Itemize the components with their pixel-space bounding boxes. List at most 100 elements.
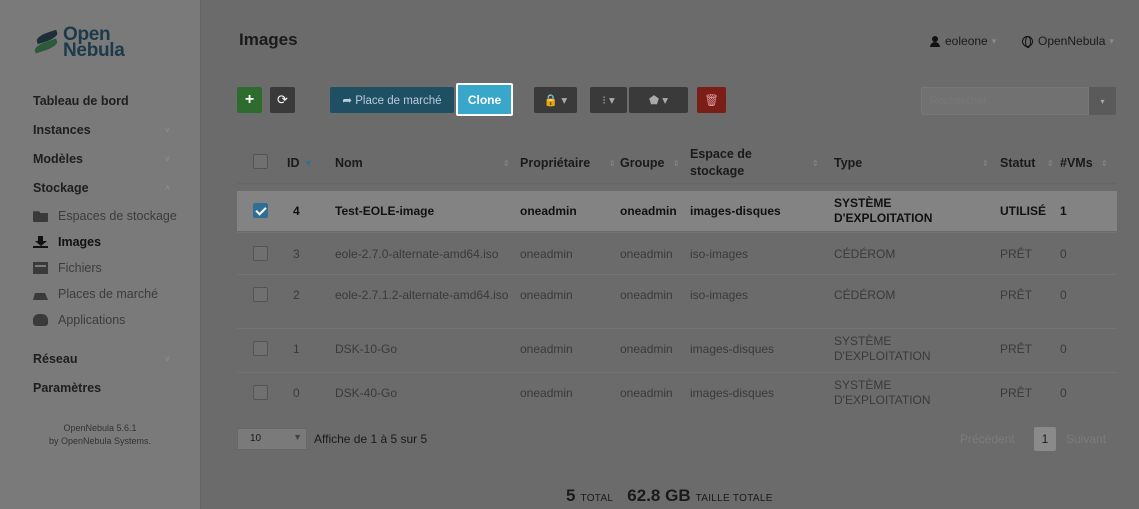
row-checkbox[interactable] bbox=[253, 385, 268, 400]
row-checkbox[interactable] bbox=[253, 203, 268, 218]
sidebar-item-network[interactable]: Réseau ˅ bbox=[0, 345, 200, 374]
cell-status: PRÊT bbox=[1000, 385, 1033, 400]
sort-desc-icon: ▼ bbox=[304, 158, 313, 168]
clone-button[interactable]: Clone bbox=[456, 83, 513, 116]
refresh-icon: ⟳ bbox=[277, 92, 288, 107]
row-checkbox[interactable] bbox=[253, 287, 268, 302]
sidebar-item-dashboard[interactable]: Tableau de bord bbox=[0, 87, 200, 116]
table-row[interactable]: 1 DSK-10-Go oneadmin oneadmin images-disques… bbox=[237, 329, 1117, 369]
cell-name: DSK-10-Go bbox=[335, 341, 398, 356]
select-all-checkbox[interactable] bbox=[253, 154, 268, 169]
search-input[interactable]: Rechercher bbox=[921, 87, 1089, 115]
sort-icon: ⇕ bbox=[673, 158, 680, 168]
previous-page-button[interactable]: Précédent bbox=[960, 432, 1015, 446]
column-header-status[interactable]: Statut bbox=[1000, 144, 1035, 182]
search-options-button[interactable]: ▾ bbox=[1089, 87, 1116, 115]
column-header-type[interactable]: Type bbox=[834, 144, 862, 182]
more-actions-dropdown-button[interactable]: ⁝ ▾ bbox=[590, 87, 627, 113]
plus-icon: + bbox=[244, 91, 255, 108]
table-info: Affiche de 1 à 5 sur 5 bbox=[314, 432, 428, 446]
cell-id: 2 bbox=[293, 287, 300, 302]
column-header-owner[interactable]: Propriétaire bbox=[520, 144, 590, 182]
file-icon bbox=[33, 262, 48, 274]
sidebar-item-storage[interactable]: Stockage ˄ bbox=[0, 174, 200, 203]
totals-summary: 5 TOTAL 62.8 GB TAILLE TOTALE bbox=[566, 486, 773, 506]
tag-icon: ⬟ ▾ bbox=[649, 95, 668, 107]
cell-status: UTILISÉ bbox=[1000, 203, 1047, 218]
sidebar-item-label: Modèles bbox=[33, 152, 84, 166]
sidebar-item-apps[interactable]: Applications bbox=[0, 307, 200, 333]
table-row[interactable]: 0 DSK-40-Go oneadmin oneadmin images-disques… bbox=[237, 373, 1117, 413]
total-label: TOTAL bbox=[580, 493, 614, 504]
cell-owner: oneadmin bbox=[520, 341, 573, 356]
table-row[interactable]: 2 eole-2.7.1.2-alternate-amd64.iso oneadmi… bbox=[237, 275, 1117, 315]
sidebar-nav: Tableau de bord Instances ˅ Modèles ˅ Stoc… bbox=[0, 87, 200, 403]
cell-id: 1 bbox=[293, 341, 300, 356]
sidebar-item-label: Instances bbox=[33, 123, 91, 137]
globe-icon bbox=[1022, 35, 1033, 48]
cell-owner: oneadmin bbox=[520, 246, 573, 261]
cell-status: PRÊT bbox=[1000, 287, 1033, 302]
version-info: OpenNebula 5.6.1 by OpenNebula Systems. bbox=[0, 422, 200, 448]
page-length-select[interactable]: 10 ▼ bbox=[237, 428, 307, 450]
page-1-button[interactable]: 1 bbox=[1034, 427, 1056, 451]
sidebar-item-label: Images bbox=[58, 235, 102, 249]
folder-icon bbox=[33, 211, 48, 222]
column-header-id[interactable]: ID ▼ bbox=[287, 144, 312, 182]
lock-dropdown-button[interactable]: 🔒 ▾ bbox=[534, 87, 577, 113]
cell-status: PRÊT bbox=[1000, 246, 1033, 261]
cell-group: oneadmin bbox=[620, 203, 677, 218]
row-checkbox[interactable] bbox=[253, 341, 268, 356]
total-size-label: TAILLE TOTALE bbox=[695, 493, 773, 504]
cell-datastore: images-disques bbox=[690, 341, 775, 356]
lock-icon: 🔒 ▾ bbox=[543, 95, 568, 107]
column-header-name[interactable]: Nom bbox=[335, 144, 363, 182]
cell-vms: 0 bbox=[1060, 287, 1067, 302]
zone-name: OpenNebula bbox=[1038, 34, 1106, 48]
sidebar-item-datastores[interactable]: Espaces de stockage bbox=[0, 203, 200, 229]
info-icon: ⁝ ▾ bbox=[602, 95, 615, 107]
sidebar-item-label: Tableau de bord bbox=[33, 94, 129, 108]
export-marketplace-button[interactable]: ➦ Place de marché bbox=[330, 87, 454, 113]
delete-button[interactable]: 🗑 bbox=[697, 87, 726, 113]
column-header-datastore[interactable]: Espace de stockage bbox=[690, 144, 780, 182]
vendor-link[interactable]: by OpenNebula Systems. bbox=[0, 435, 200, 448]
next-page-button[interactable]: Suivant bbox=[1066, 432, 1106, 446]
zone-menu[interactable]: OpenNebula ▾ bbox=[1022, 34, 1114, 48]
sort-icon: ⇕ bbox=[812, 158, 819, 168]
user-menu[interactable]: eoleone ▾ bbox=[930, 34, 996, 48]
row-checkbox[interactable] bbox=[253, 246, 268, 261]
refresh-button[interactable]: ⟳ bbox=[270, 87, 295, 113]
cell-type: CÉDÉROM bbox=[834, 246, 896, 261]
sidebar-item-label: Paramètres bbox=[33, 381, 102, 395]
cell-owner: oneadmin bbox=[520, 203, 577, 218]
download-icon bbox=[33, 236, 48, 248]
cell-datastore: images-disques bbox=[690, 203, 781, 218]
column-header-vms[interactable]: #VMs bbox=[1060, 144, 1093, 182]
sidebar-item-files[interactable]: Fichiers bbox=[0, 255, 200, 281]
table-row[interactable]: 4 Test-EOLE-image oneadmin oneadmin images-d… bbox=[237, 191, 1117, 231]
cell-name: Test-EOLE-image bbox=[335, 203, 435, 218]
cell-type: SYSTÈME D'EXPLOITATION bbox=[834, 334, 931, 363]
sidebar-item-label: Places de marché bbox=[58, 287, 159, 301]
sort-icon: ⇕ bbox=[1101, 158, 1108, 168]
opennebula-logo-icon bbox=[33, 29, 60, 55]
sidebar-item-marketplaces[interactable]: Places de marché bbox=[0, 281, 200, 307]
table-header-divider bbox=[237, 183, 1117, 184]
create-button[interactable]: + bbox=[237, 87, 262, 113]
sidebar-item-templates[interactable]: Modèles ˅ bbox=[0, 145, 200, 174]
sidebar: Open Nebula Tableau de bord Instances ˅ M… bbox=[0, 0, 201, 509]
opennebula-logo[interactable]: Open Nebula bbox=[33, 23, 125, 63]
cell-name: eole-2.7.0-alternate-amd64.iso bbox=[335, 246, 499, 261]
sidebar-item-images[interactable]: Images bbox=[0, 229, 200, 255]
cell-group: oneadmin bbox=[620, 246, 673, 261]
table-row[interactable]: 3 eole-2.7.0-alternate-amd64.iso oneadmin o… bbox=[237, 234, 1117, 274]
sort-icon: ⇕ bbox=[1047, 158, 1054, 168]
sidebar-item-settings[interactable]: Paramètres bbox=[0, 374, 200, 403]
sort-icon: ⇕ bbox=[982, 158, 989, 168]
sidebar-item-instances[interactable]: Instances ˅ bbox=[0, 116, 200, 145]
labels-dropdown-button[interactable]: ⬟ ▾ bbox=[629, 87, 688, 113]
column-header-group[interactable]: Groupe bbox=[620, 144, 664, 182]
cell-type: CÉDÉROM bbox=[834, 287, 896, 302]
cell-id: 0 bbox=[293, 385, 300, 400]
